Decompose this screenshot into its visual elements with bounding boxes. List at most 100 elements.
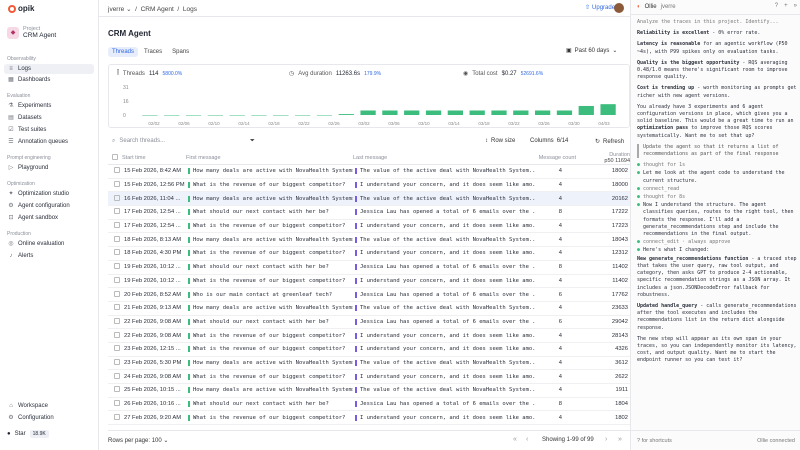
cell-start-time: 27 Feb 2026, 9:20 AM <box>122 410 186 426</box>
breadcrumb-project[interactable]: CRM Agent <box>141 6 174 13</box>
table-row[interactable]: 17 Feb 2026, 12:54 ... What is the reven… <box>108 219 630 234</box>
first-page-icon[interactable]: « <box>513 436 517 443</box>
cell-first-message: What is the revenue of our biggest compe… <box>186 410 353 426</box>
column-first-message[interactable]: First message <box>186 152 353 165</box>
refresh-button[interactable]: ↻ Refresh <box>595 138 624 146</box>
row-size-button[interactable]: ↕ Row size <box>485 138 515 144</box>
row-checkbox[interactable] <box>114 372 120 379</box>
table-row[interactable]: 26 Feb 2026, 10:16 ... What should our n… <box>108 397 630 412</box>
cell-last-message: The value of the active deal with NovaHe… <box>353 301 536 316</box>
filter-button[interactable]: ⏷ <box>250 138 255 145</box>
new-chat-icon[interactable]: + <box>784 3 788 9</box>
table-row[interactable]: 21 Feb 2026, 9:13 AM How many deals are … <box>108 301 630 316</box>
row-checkbox[interactable] <box>114 413 120 420</box>
tab-threads[interactable]: Threads <box>108 47 139 57</box>
table-row[interactable]: 23 Feb 2026, 5:30 PM How many deals are … <box>108 356 630 371</box>
sidebar-item-agent-sandbox[interactable]: ⊡ Agent sandbox <box>4 213 94 223</box>
column-message-count[interactable]: Message count <box>536 152 584 165</box>
row-checkbox[interactable] <box>114 167 120 174</box>
breadcrumb-workspace[interactable]: jverre <box>108 6 124 13</box>
column-last-message[interactable]: Last message <box>353 152 536 165</box>
row-checkbox[interactable] <box>114 317 120 324</box>
help-icon[interactable]: ? <box>775 3 778 9</box>
sidebar-item-online-evaluation[interactable]: ◎ Online evaluation <box>4 239 94 249</box>
row-checkbox[interactable] <box>114 235 120 242</box>
columns-button[interactable]: Columns 6/14 <box>530 138 568 144</box>
row-checkbox[interactable] <box>114 304 120 311</box>
sidebar-item-annotation-queues[interactable]: ☰ Annotation queues <box>4 137 94 147</box>
next-page-icon[interactable]: › <box>605 436 607 443</box>
row-checkbox[interactable] <box>114 194 120 201</box>
row-checkbox[interactable] <box>114 331 120 338</box>
cell-duration: 1802 <box>584 410 630 426</box>
cell-start-time: 18 Feb 2026, 8:13 AM <box>122 232 186 248</box>
table-row[interactable]: 18 Feb 2026, 8:13 AM How many deals are … <box>108 232 630 248</box>
column-duration[interactable]: Duration p50 11694 <box>584 152 630 165</box>
row-checkbox[interactable] <box>114 222 120 229</box>
search-input[interactable]: ⌕ Search threads... <box>112 138 165 145</box>
table-row[interactable]: 19 Feb 2026, 10:12 ... What is the reven… <box>108 274 630 289</box>
sidebar-item-agent-configuration[interactable]: ⚙ Agent configuration <box>4 201 94 211</box>
cell-last-message: Jessica Lau has opened a total of 6 emai… <box>353 397 536 412</box>
row-checkbox[interactable] <box>114 249 120 256</box>
rows-per-page-select[interactable]: 100 <box>152 438 162 444</box>
workspace-icon: ⌂ <box>9 403 13 409</box>
sidebar-item-workspace[interactable]: ⌂ Workspace <box>4 401 94 411</box>
row-checkbox[interactable] <box>114 208 120 215</box>
row-checkbox[interactable] <box>114 290 120 297</box>
table-row[interactable]: 16 Feb 2026, 11:04 ... How many deals ar… <box>108 191 630 207</box>
row-checkbox[interactable] <box>114 276 120 283</box>
github-star-button[interactable]: ● Star 18.9K <box>7 430 49 438</box>
sidebar-item-test-suites[interactable]: ☑ Test suites <box>4 125 94 135</box>
sidebar-item-datasets[interactable]: ▤ Datasets <box>4 113 94 123</box>
thought-step[interactable]: ● thought for 8s <box>637 194 797 201</box>
row-checkbox[interactable] <box>114 181 120 188</box>
sidebar-item-experiments[interactable]: ⚗ Experiments <box>4 101 94 111</box>
row-checkbox[interactable] <box>114 386 120 393</box>
sandbox-icon: ⊡ <box>8 215 14 221</box>
row-checkbox[interactable] <box>114 358 120 365</box>
row-checkbox[interactable] <box>114 345 120 352</box>
metric-threads: ⫿ Threads 114 5800.0% <box>117 70 183 77</box>
table-row[interactable]: 23 Feb 2026, 12:15 ... What is the reven… <box>108 342 630 357</box>
sidebar-item-alerts[interactable]: ♪ Alerts <box>4 251 94 261</box>
table-row[interactable]: 15 Feb 2026, 8:42 AM How many deals are … <box>108 164 630 179</box>
table-row[interactable]: 20 Feb 2026, 8:52 AM Who is our main con… <box>108 287 630 302</box>
table-row[interactable]: 15 Feb 2026, 12:56 PM What is the revenu… <box>108 178 630 193</box>
sidebar-item-playground[interactable]: ▷ Playground <box>4 163 94 173</box>
column-start-time[interactable]: Start time <box>122 152 186 165</box>
cell-last-message: Jessica Lau has opened a total of 6 emai… <box>353 315 536 330</box>
threads-table: Start time First message Last message Me… <box>108 152 630 426</box>
opik-logo[interactable]: opik <box>8 4 34 13</box>
bar <box>360 110 376 115</box>
prev-page-icon[interactable]: ‹ <box>526 436 528 443</box>
select-all-checkbox[interactable] <box>112 154 118 160</box>
table-row[interactable]: 17 Feb 2026, 12:54 ... What should our n… <box>108 205 630 220</box>
table-row[interactable]: 22 Feb 2026, 9:08 AM What is the revenue… <box>108 328 630 343</box>
tool-step[interactable]: ● connect_edit · always approve <box>637 239 797 246</box>
ollie-chat-panel: ◐ Ollie jverre ? +» Analyze the traces in… <box>630 0 800 450</box>
table-row[interactable]: 19 Feb 2026, 10:12 ... What should our n… <box>108 260 630 275</box>
row-checkbox[interactable] <box>114 400 120 407</box>
chat-input[interactable]: ? for shortcuts Ollie connected <box>631 430 800 450</box>
thought-step[interactable]: ● thought for 1s <box>637 162 797 169</box>
avatar[interactable] <box>614 3 624 13</box>
table-row[interactable]: 27 Feb 2026, 9:20 AM What is the revenue… <box>108 410 630 426</box>
sidebar-item-dashboards[interactable]: ▦ Dashboards <box>4 75 94 85</box>
sidebar-item-logs[interactable]: ≡ Logs <box>4 64 94 74</box>
table-row[interactable]: 18 Feb 2026, 4:30 PM What is the revenue… <box>108 246 630 261</box>
upgrade-button[interactable]: ⇧ Upgrade <box>585 4 615 12</box>
period-selector[interactable]: ▣ Past 60 days ⌄ <box>566 47 617 55</box>
collapse-icon[interactable]: » <box>794 3 797 9</box>
project-selector[interactable]: ◆ Project CRM Agent <box>7 26 56 39</box>
sidebar-item-configuration[interactable]: ⚙ Configuration <box>4 413 94 423</box>
row-checkbox[interactable] <box>114 263 120 270</box>
tool-step[interactable]: ● connect_read <box>637 186 797 193</box>
table-row[interactable]: 22 Feb 2026, 9:08 AM What should our nex… <box>108 315 630 330</box>
sidebar-item-optimization-studio[interactable]: ✦ Optimization studio <box>4 189 94 199</box>
table-row[interactable]: 25 Feb 2026, 10:15 ... How many deals ar… <box>108 383 630 398</box>
last-page-icon[interactable]: » <box>618 436 622 443</box>
tab-spans[interactable]: Spans <box>168 47 193 57</box>
table-row[interactable]: 24 Feb 2026, 9:08 AM What is the revenue… <box>108 369 630 384</box>
tab-traces[interactable]: Traces <box>140 47 166 57</box>
